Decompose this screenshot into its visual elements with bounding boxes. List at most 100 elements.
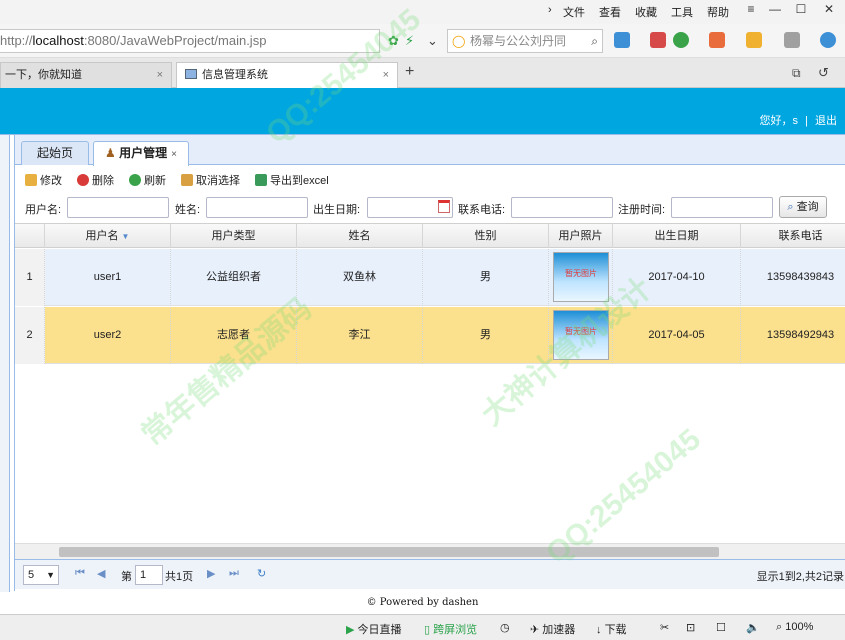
tab-user-management[interactable]: ♟ 用户管理 × <box>93 141 189 166</box>
phone-filter-label: 联系电话: <box>458 204 506 216</box>
first-page-icon[interactable]: ⏮ <box>75 567 85 580</box>
last-page-icon[interactable]: ⏭ <box>229 567 239 580</box>
close-window-icon[interactable]: ✕ <box>818 2 840 20</box>
close-tab-icon[interactable]: × <box>171 149 177 160</box>
menu-file[interactable]: 文件 <box>563 4 585 20</box>
delete-button[interactable]: 删除 <box>77 172 114 188</box>
url-host: localhost <box>32 33 84 48</box>
undo-icon <box>181 174 193 186</box>
prev-page-icon[interactable]: ◀ <box>97 567 105 580</box>
scrollbar-thumb[interactable] <box>59 547 719 557</box>
user-photo: 暂无图片 <box>553 252 609 302</box>
menu-view[interactable]: 查看 <box>599 4 621 20</box>
row-number: 2 <box>15 307 45 364</box>
cell-name: 李江 <box>297 307 423 364</box>
chevron-down-icon[interactable]: ⌄ <box>427 33 438 49</box>
browser-tab-baidu[interactable]: 一下，你就知道 × <box>0 62 172 88</box>
screenshot-icon[interactable]: ✂ <box>660 621 669 634</box>
shield-icon[interactable] <box>673 32 689 48</box>
search-icon[interactable]: ⌕ <box>591 30 598 52</box>
zoom-control[interactable]: ⌕ 100% <box>776 621 813 634</box>
close-tab-icon[interactable]: × <box>383 63 389 87</box>
maximize-icon[interactable]: ☐ <box>790 2 812 20</box>
cell-birth: 2017-04-05 <box>613 307 741 364</box>
close-tab-icon[interactable]: × <box>157 63 163 87</box>
table-row[interactable]: 1 user1 公益组织者 双鱼林 男 暂无图片 2017-04-10 1359… <box>15 249 845 306</box>
url-scheme: http:// <box>0 33 33 48</box>
tab-home[interactable]: 起始页 <box>21 141 89 165</box>
url-field[interactable]: http://localhost:8080/JavaWebProject/mai… <box>0 29 380 53</box>
no-image-text: 暂无图片 <box>565 327 597 336</box>
page-size-select[interactable]: 5 ▼ <box>23 565 59 585</box>
bookmark-icon[interactable] <box>746 32 762 48</box>
accelerator-label: 加速器 <box>542 624 576 636</box>
live-button[interactable]: ▶ 今日直播 <box>346 621 402 637</box>
search-text: 杨幂与公公刘丹同 <box>470 34 567 48</box>
refresh-button[interactable]: 刷新 <box>129 172 166 188</box>
skin-icon[interactable]: ≡ <box>740 2 762 20</box>
phone-filter-input[interactable] <box>511 197 613 218</box>
edit-label: 修改 <box>40 175 62 187</box>
sort-desc-icon[interactable]: ▼ <box>122 232 130 241</box>
menu-nav-icon[interactable]: › <box>548 4 552 16</box>
new-tab-button[interactable]: + <box>405 63 414 81</box>
cancel-selection-button[interactable]: 取消选择 <box>181 172 240 188</box>
browser-tab-app[interactable]: 信息管理系统 × <box>176 62 398 88</box>
screenshot-icon[interactable] <box>784 32 800 48</box>
query-button[interactable]: ⌕ 查询 <box>779 196 827 218</box>
column-header-birth[interactable]: 出生日期 <box>613 224 741 248</box>
export-excel-button[interactable]: 导出到excel <box>255 172 329 188</box>
zoom-search-icon[interactable] <box>820 32 836 48</box>
refresh-icon[interactable]: ↻ <box>257 567 266 580</box>
window-icon[interactable]: ⊡ <box>686 621 695 634</box>
column-header-gender[interactable]: 性别 <box>423 224 549 248</box>
column-header-username[interactable]: 用户名 ▼ <box>45 224 171 248</box>
menu-favorites[interactable]: 收藏 <box>635 4 657 20</box>
speed-icon[interactable]: ⚡ <box>405 33 414 49</box>
row-number: 1 <box>15 249 45 306</box>
edit-button[interactable]: 修改 <box>25 172 62 188</box>
horizontal-scrollbar[interactable] <box>15 543 845 559</box>
calendar-icon[interactable] <box>438 200 450 213</box>
menu-help[interactable]: 帮助 <box>707 4 729 20</box>
username-filter-input[interactable] <box>67 197 169 218</box>
download-button[interactable]: ↓ 下载 <box>596 621 627 637</box>
regtime-date-picker[interactable] <box>671 197 773 218</box>
copyright-icon: © <box>366 597 377 608</box>
undo-close-icon[interactable]: ↺ <box>818 65 829 81</box>
pdf-icon[interactable] <box>709 32 725 48</box>
minimize-icon[interactable]: — <box>764 2 786 20</box>
delete-label: 删除 <box>92 175 114 187</box>
cross-screen-button[interactable]: ▯ 跨屏浏览 <box>424 621 477 637</box>
birth-date-picker[interactable] <box>367 197 453 218</box>
reader-icon[interactable]: ☐ <box>716 621 726 634</box>
accelerator-button[interactable]: ✈ 加速器 <box>530 621 575 637</box>
query-label: 查询 <box>796 201 819 213</box>
page-number-input[interactable]: 1 <box>135 565 163 585</box>
restore-tabs-icon[interactable]: ⧉ <box>792 66 801 81</box>
name-filter-input[interactable] <box>206 197 308 218</box>
column-header-name[interactable]: 姓名 <box>297 224 423 248</box>
user-icon: ♟ <box>105 146 116 160</box>
column-header-photo[interactable]: 用户照片 <box>549 224 613 248</box>
table-row-selected[interactable]: 2 user2 志愿者 李江 男 暂无图片 2017-04-05 1359849… <box>15 307 845 364</box>
apps-icon[interactable] <box>614 32 630 48</box>
menu-tools[interactable]: 工具 <box>671 4 693 20</box>
mail-icon[interactable] <box>650 32 666 48</box>
rownum-header <box>15 224 45 248</box>
logout-link[interactable]: 退出 <box>815 115 837 127</box>
history-icon[interactable]: ◷ <box>500 621 510 634</box>
column-header-type[interactable]: 用户类型 <box>171 224 297 248</box>
collapsed-sidebar[interactable] <box>0 135 10 593</box>
page-label: 第 <box>121 571 132 583</box>
column-header-phone[interactable]: 联系电话 <box>741 224 845 248</box>
browser-tab-label: 一下，你就知道 <box>5 69 82 81</box>
volume-icon[interactable]: 🔈 <box>746 621 760 634</box>
regtime-filter-label: 注册时间: <box>618 204 666 216</box>
download-icon: ↓ <box>596 624 602 636</box>
next-page-icon[interactable]: ▶ <box>207 567 215 580</box>
compat-icon[interactable]: ✿ <box>388 33 399 49</box>
page-footer: © Powered by dashen <box>0 592 845 614</box>
search-field[interactable]: ◯ 杨幂与公公刘丹同 ⌕ <box>447 29 603 53</box>
refresh-label: 刷新 <box>144 175 166 187</box>
